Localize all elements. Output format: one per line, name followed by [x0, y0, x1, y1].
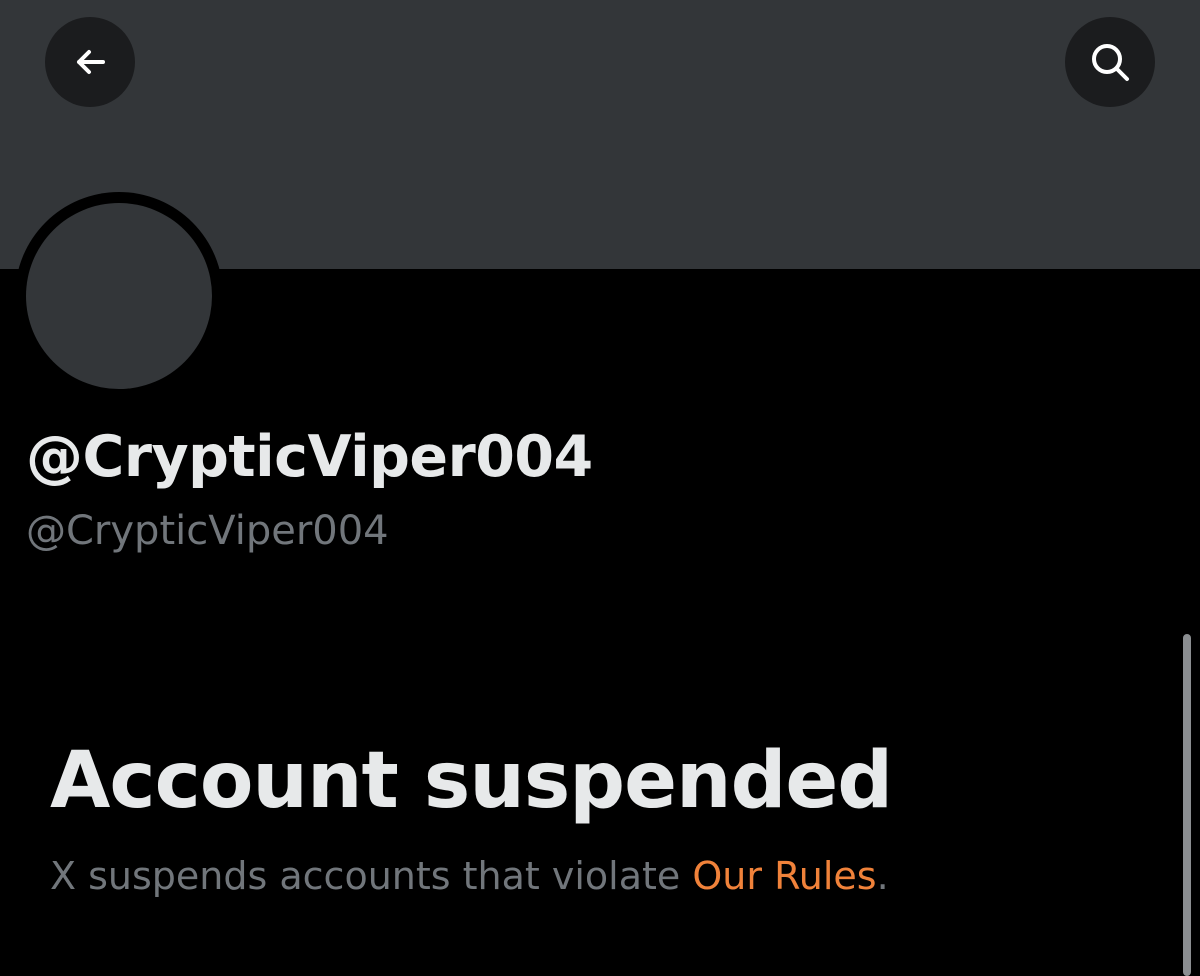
suspended-description: X suspends accounts that violate Our Rul… [50, 854, 889, 898]
back-button[interactable] [45, 17, 135, 107]
scrollbar-thumb[interactable] [1183, 634, 1191, 976]
profile-screen: @CrypticViper004 @CrypticViper004 Accoun… [0, 0, 1200, 976]
suspended-description-text: X suspends accounts that violate [50, 854, 693, 898]
profile-handle: @CrypticViper004 [26, 508, 389, 554]
our-rules-link[interactable]: Our Rules [692, 854, 876, 898]
suspended-title: Account suspended [50, 736, 893, 826]
search-icon [1092, 44, 1129, 81]
search-button[interactable] [1065, 17, 1155, 107]
arrow-left-icon [77, 50, 105, 74]
profile-display-name: @CrypticViper004 [26, 424, 593, 490]
suspended-description-period: . [876, 854, 889, 898]
avatar[interactable] [26, 203, 212, 389]
